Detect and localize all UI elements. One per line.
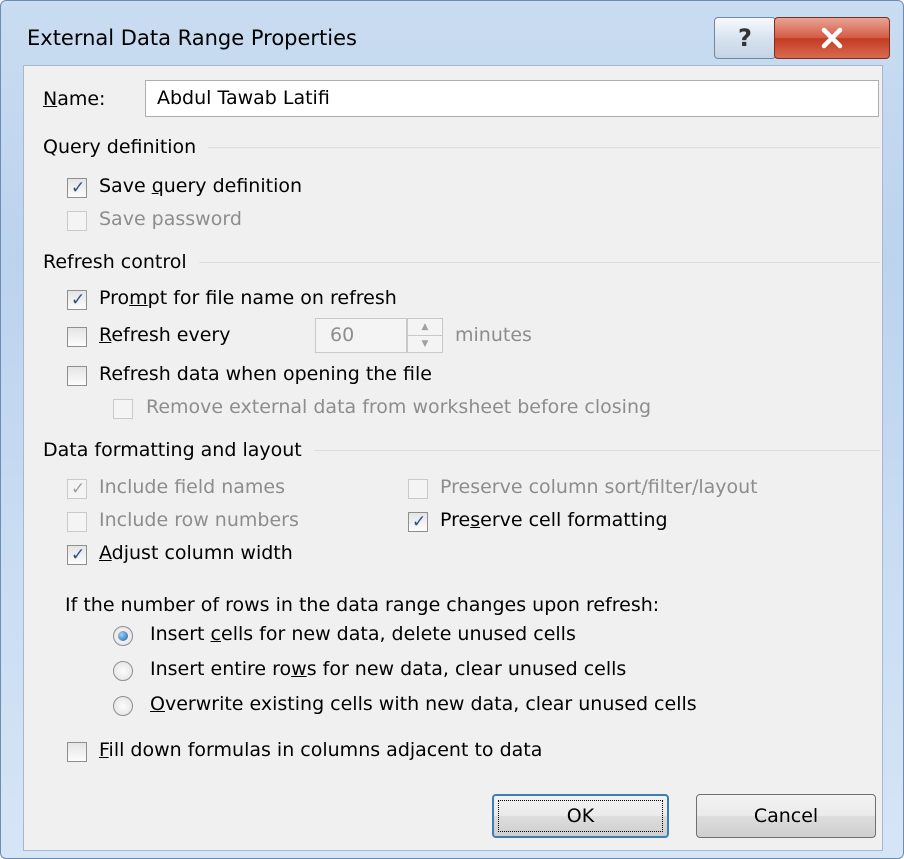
refresh-on-open-label[interactable]: Refresh data when opening the file: [99, 363, 432, 385]
refresh-interval-spinner[interactable]: ▲ ▼: [407, 318, 443, 353]
cancel-button-label: Cancel: [753, 805, 819, 827]
dialog-title: External Data Range Properties: [27, 26, 357, 50]
prompt-file-name-label[interactable]: Prompt for file name on refresh: [99, 287, 397, 309]
adjust-column-width-label[interactable]: Adjust column width: [99, 542, 293, 564]
title-bar[interactable]: External Data Range Properties ?: [1, 1, 903, 65]
close-icon: [821, 27, 843, 49]
preserve-sort-label[interactable]: Preserve column sort/filter/layout: [440, 476, 758, 498]
focus-rectangle: [498, 800, 663, 832]
radio-selected-dot: [118, 631, 128, 641]
overwrite-cells-label[interactable]: Overwrite existing cells with new data, …: [150, 693, 697, 715]
refresh-on-open-checkbox[interactable]: [67, 366, 87, 386]
query-definition-heading: Query definition: [43, 136, 209, 158]
close-button[interactable]: [774, 17, 890, 59]
name-input[interactable]: Abdul Tawab Latifi: [145, 80, 879, 117]
remove-external-label[interactable]: Remove external data from worksheet befo…: [146, 396, 651, 418]
adjust-column-width-checkbox[interactable]: ✓: [67, 545, 87, 565]
cancel-button[interactable]: Cancel: [696, 794, 876, 838]
ok-button[interactable]: OK: [492, 794, 669, 838]
refresh-every-checkbox[interactable]: [67, 327, 87, 347]
checkmark-icon: ✓: [71, 178, 86, 198]
spin-up-icon[interactable]: ▲: [408, 319, 442, 336]
help-icon: ?: [738, 24, 752, 52]
rows-change-prompt: If the number of rows in the data range …: [65, 594, 660, 616]
insert-cells-radio[interactable]: [113, 626, 133, 646]
save-query-checkbox[interactable]: ✓: [67, 178, 87, 198]
checkmark-icon: ✓: [71, 545, 86, 565]
minutes-label: minutes: [455, 324, 532, 346]
insert-rows-radio[interactable]: [113, 661, 133, 681]
save-password-checkbox[interactable]: [67, 211, 87, 231]
save-query-label[interactable]: Save query definition: [99, 175, 302, 197]
preserve-cell-formatting-label[interactable]: Preserve cell formatting: [440, 509, 668, 531]
dialog-window: External Data Range Properties ? Name: A…: [0, 0, 904, 859]
checkmark-icon: ✓: [71, 290, 86, 310]
help-button[interactable]: ?: [714, 17, 776, 59]
refresh-interval-input[interactable]: 60: [315, 318, 407, 353]
insert-rows-label[interactable]: Insert entire rows for new data, clear u…: [150, 658, 626, 680]
preserve-cell-formatting-checkbox[interactable]: ✓: [408, 512, 428, 532]
overwrite-cells-radio[interactable]: [113, 696, 133, 716]
include-row-numbers-checkbox[interactable]: [67, 512, 87, 532]
spin-down-icon[interactable]: ▼: [408, 336, 442, 352]
checkmark-icon: ✓: [412, 512, 427, 532]
fill-down-checkbox[interactable]: [67, 742, 87, 762]
data-formatting-heading: Data formatting and layout: [43, 439, 314, 461]
insert-cells-label[interactable]: Insert cells for new data, delete unused…: [150, 623, 576, 645]
include-row-numbers-label[interactable]: Include row numbers: [99, 509, 299, 531]
include-field-names-label[interactable]: Include field names: [99, 476, 285, 498]
refresh-control-heading: Refresh control: [43, 251, 199, 273]
prompt-file-name-checkbox[interactable]: ✓: [67, 290, 87, 310]
fill-down-label[interactable]: Fill down formulas in columns adjacent t…: [99, 739, 542, 761]
include-field-names-checkbox[interactable]: ✓: [67, 479, 87, 499]
save-password-label[interactable]: Save password: [99, 208, 242, 230]
refresh-every-label[interactable]: Refresh every: [99, 324, 230, 346]
dialog-body: Name: Abdul Tawab Latifi Query definitio…: [23, 65, 883, 851]
remove-external-checkbox[interactable]: [113, 399, 133, 419]
name-label: Name:: [43, 88, 106, 110]
preserve-sort-checkbox[interactable]: [408, 479, 428, 499]
checkmark-icon: ✓: [71, 479, 86, 499]
